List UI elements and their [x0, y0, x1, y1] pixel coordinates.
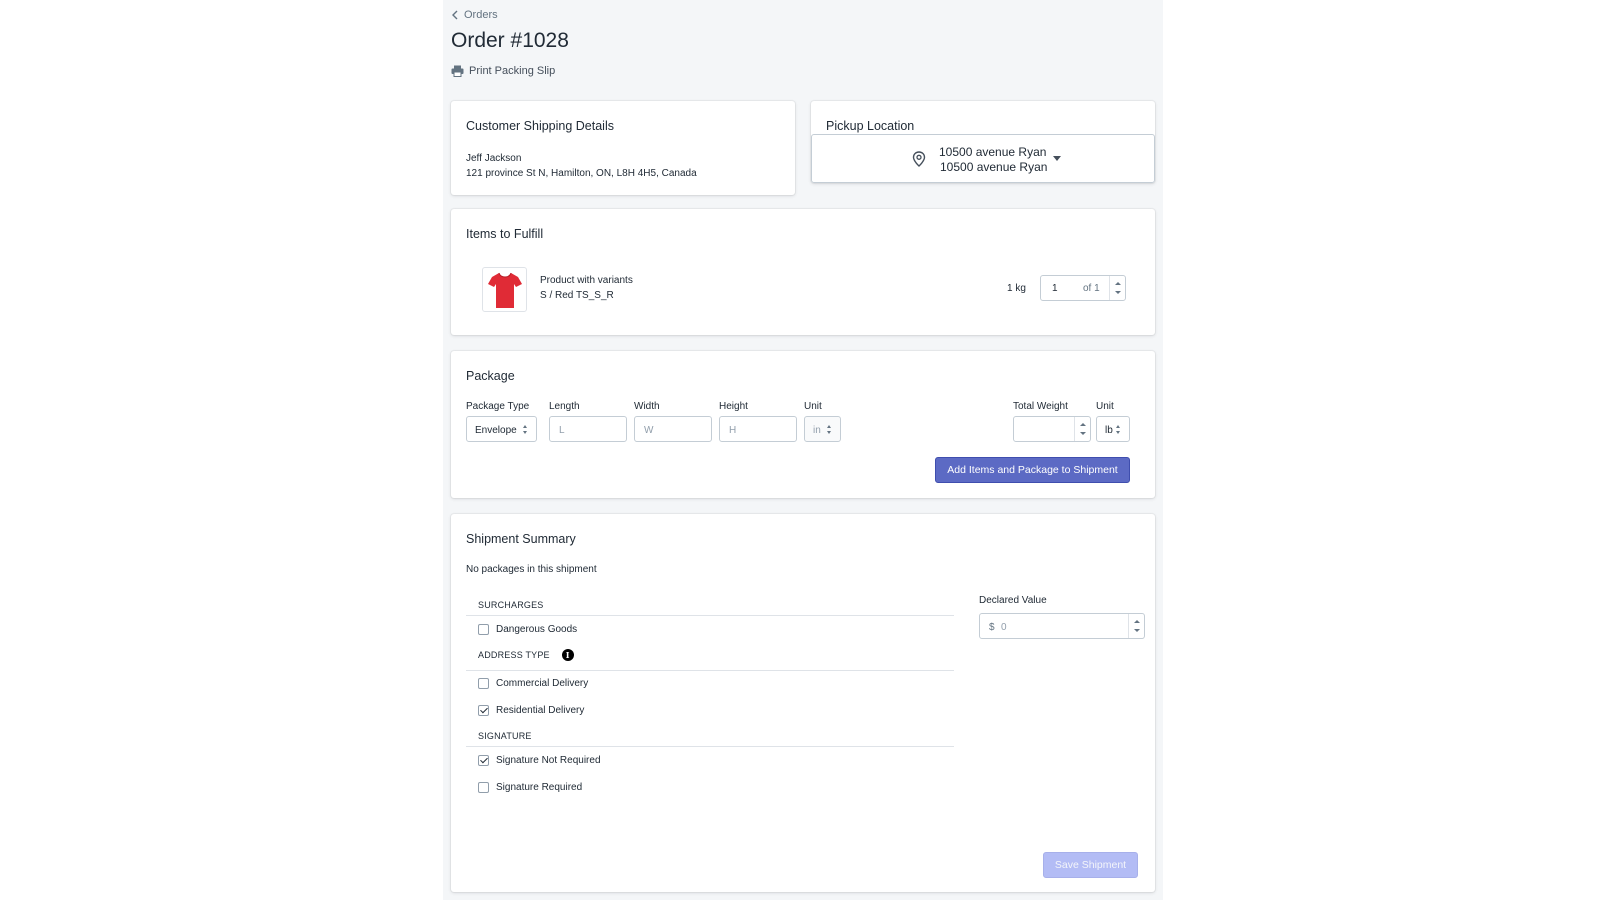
customer-address-block: Jeff Jackson 121 province St N, Hamilton… [466, 151, 697, 181]
total-weight-label: Total Weight [1013, 401, 1068, 412]
product-thumbnail [482, 267, 527, 312]
items-to-fulfill-title: Items to Fulfill [466, 227, 544, 241]
divider [466, 746, 954, 747]
dimension-unit-select[interactable]: in [804, 416, 841, 442]
divider [466, 670, 954, 671]
select-arrows-icon [1116, 425, 1121, 434]
package-title: Package [466, 369, 515, 383]
checkbox-box[interactable] [478, 624, 489, 635]
signature-required-label: Signature Required [496, 782, 583, 793]
residential-delivery-checkbox[interactable]: Residential Delivery [478, 705, 584, 716]
residential-delivery-label: Residential Delivery [496, 705, 585, 716]
item-weight: 1 kg [1007, 283, 1026, 294]
address-type-heading: ADDRESS TYPE i [478, 649, 574, 661]
length-label: Length [549, 401, 580, 412]
shipment-summary-card: Shipment Summary No packages in this shi… [451, 514, 1155, 892]
decrement-icon[interactable] [1134, 629, 1140, 632]
currency-symbol: $ [989, 622, 995, 633]
select-arrows-icon [827, 425, 832, 434]
signature-not-required-label: Signature Not Required [496, 755, 601, 766]
pickup-location-line2: 10500 avenue Ryan [940, 160, 1048, 174]
commercial-delivery-checkbox[interactable]: Commercial Delivery [478, 678, 588, 689]
height-label: Height [719, 401, 748, 412]
declared-value-label: Declared Value [979, 595, 1047, 606]
quantity-spinner [1109, 276, 1125, 300]
page-title: Order #1028 [451, 29, 569, 52]
package-type-select[interactable]: Envelope [466, 416, 537, 442]
width-label: Width [634, 401, 660, 412]
dimension-unit-value: in [813, 425, 821, 436]
increment-icon[interactable] [1134, 620, 1140, 623]
commercial-delivery-label: Commercial Delivery [496, 678, 589, 689]
signature-heading: SIGNATURE [478, 731, 532, 741]
save-shipment-button[interactable]: Save Shipment [1043, 852, 1138, 878]
address-type-heading-text: ADDRESS TYPE [478, 650, 550, 660]
decrement-icon[interactable] [1080, 432, 1086, 435]
weight-unit-value: lb [1105, 425, 1113, 436]
signature-heading-text: SIGNATURE [478, 731, 532, 741]
checkbox-box-checked[interactable] [478, 755, 489, 766]
print-packing-slip-button[interactable]: Print Packing Slip [451, 65, 555, 77]
surcharges-heading: SURCHARGES [478, 600, 544, 610]
dangerous-goods-label: Dangerous Goods [496, 624, 578, 635]
width-input[interactable]: W [634, 416, 712, 442]
chevron-left-icon [452, 10, 458, 20]
signature-required-checkbox[interactable]: Signature Required [478, 782, 582, 793]
weight-unit-select[interactable]: lb [1096, 416, 1130, 442]
caret-down-icon [1053, 156, 1061, 161]
weight-unit-label: Unit [1096, 401, 1114, 412]
quantity-of-total: of 1 [1083, 283, 1100, 294]
product-name: Product with variants [540, 275, 633, 286]
package-card: Package Package Type Envelope Length L W… [451, 351, 1155, 498]
order-page: Orders Order #1028 Print Packing Slip Cu… [443, 0, 1163, 900]
quantity-stepper[interactable]: 1 of 1 [1040, 275, 1126, 301]
product-variant: S / Red TS_S_R [540, 290, 614, 301]
checkbox-box[interactable] [478, 678, 489, 689]
customer-address: 121 province St N, Hamilton, ON, L8H 4H5… [466, 168, 697, 179]
total-weight-spinner [1074, 417, 1090, 441]
pickup-location-card: Pickup Location 10500 avenue Ryan 10500 … [811, 101, 1155, 183]
checkbox-box[interactable] [478, 782, 489, 793]
print-packing-slip-label: Print Packing Slip [469, 65, 556, 77]
pickup-location-select[interactable]: 10500 avenue Ryan 10500 avenue Ryan [811, 134, 1155, 183]
increment-icon[interactable] [1080, 423, 1086, 426]
breadcrumb-orders-link[interactable]: Orders [464, 9, 498, 21]
add-items-and-package-button[interactable]: Add Items and Package to Shipment [935, 457, 1130, 483]
pickup-location-line1: 10500 avenue Ryan [939, 145, 1047, 159]
dimension-unit-label: Unit [804, 401, 822, 412]
customer-shipping-title: Customer Shipping Details [466, 119, 614, 133]
no-packages-message: No packages in this shipment [466, 564, 597, 575]
declared-value-spinner [1128, 614, 1144, 638]
declared-value[interactable]: 0 [1001, 622, 1007, 633]
declared-value-input[interactable]: $ 0 [979, 613, 1145, 639]
package-type-label: Package Type [466, 401, 530, 412]
surcharges-heading-text: SURCHARGES [478, 600, 544, 610]
divider [466, 615, 954, 616]
breadcrumb[interactable]: Orders [451, 9, 498, 21]
quantity-value[interactable]: 1 [1052, 283, 1058, 294]
decrement-icon[interactable] [1115, 291, 1121, 294]
tshirt-icon [487, 272, 522, 308]
select-arrows-icon [523, 425, 528, 434]
printer-icon [451, 65, 464, 77]
width-placeholder: W [644, 425, 654, 436]
items-to-fulfill-card: Items to Fulfill Product with variants S… [451, 209, 1155, 335]
length-input[interactable]: L [549, 416, 627, 442]
height-placeholder: H [729, 425, 737, 436]
signature-not-required-checkbox[interactable]: Signature Not Required [478, 755, 601, 766]
customer-name: Jeff Jackson [466, 153, 522, 164]
package-type-value: Envelope [475, 425, 517, 436]
shipment-summary-title: Shipment Summary [466, 532, 576, 546]
increment-icon[interactable] [1115, 282, 1121, 285]
length-placeholder: L [559, 425, 565, 436]
total-weight-input[interactable] [1013, 416, 1091, 442]
dangerous-goods-checkbox[interactable]: Dangerous Goods [478, 624, 577, 635]
checkbox-box-checked[interactable] [478, 705, 489, 716]
height-input[interactable]: H [719, 416, 797, 442]
info-icon[interactable]: i [561, 649, 574, 661]
pickup-location-title: Pickup Location [826, 119, 915, 133]
customer-shipping-card: Customer Shipping Details Jeff Jackson 1… [451, 101, 795, 195]
map-pin-icon [912, 151, 926, 167]
